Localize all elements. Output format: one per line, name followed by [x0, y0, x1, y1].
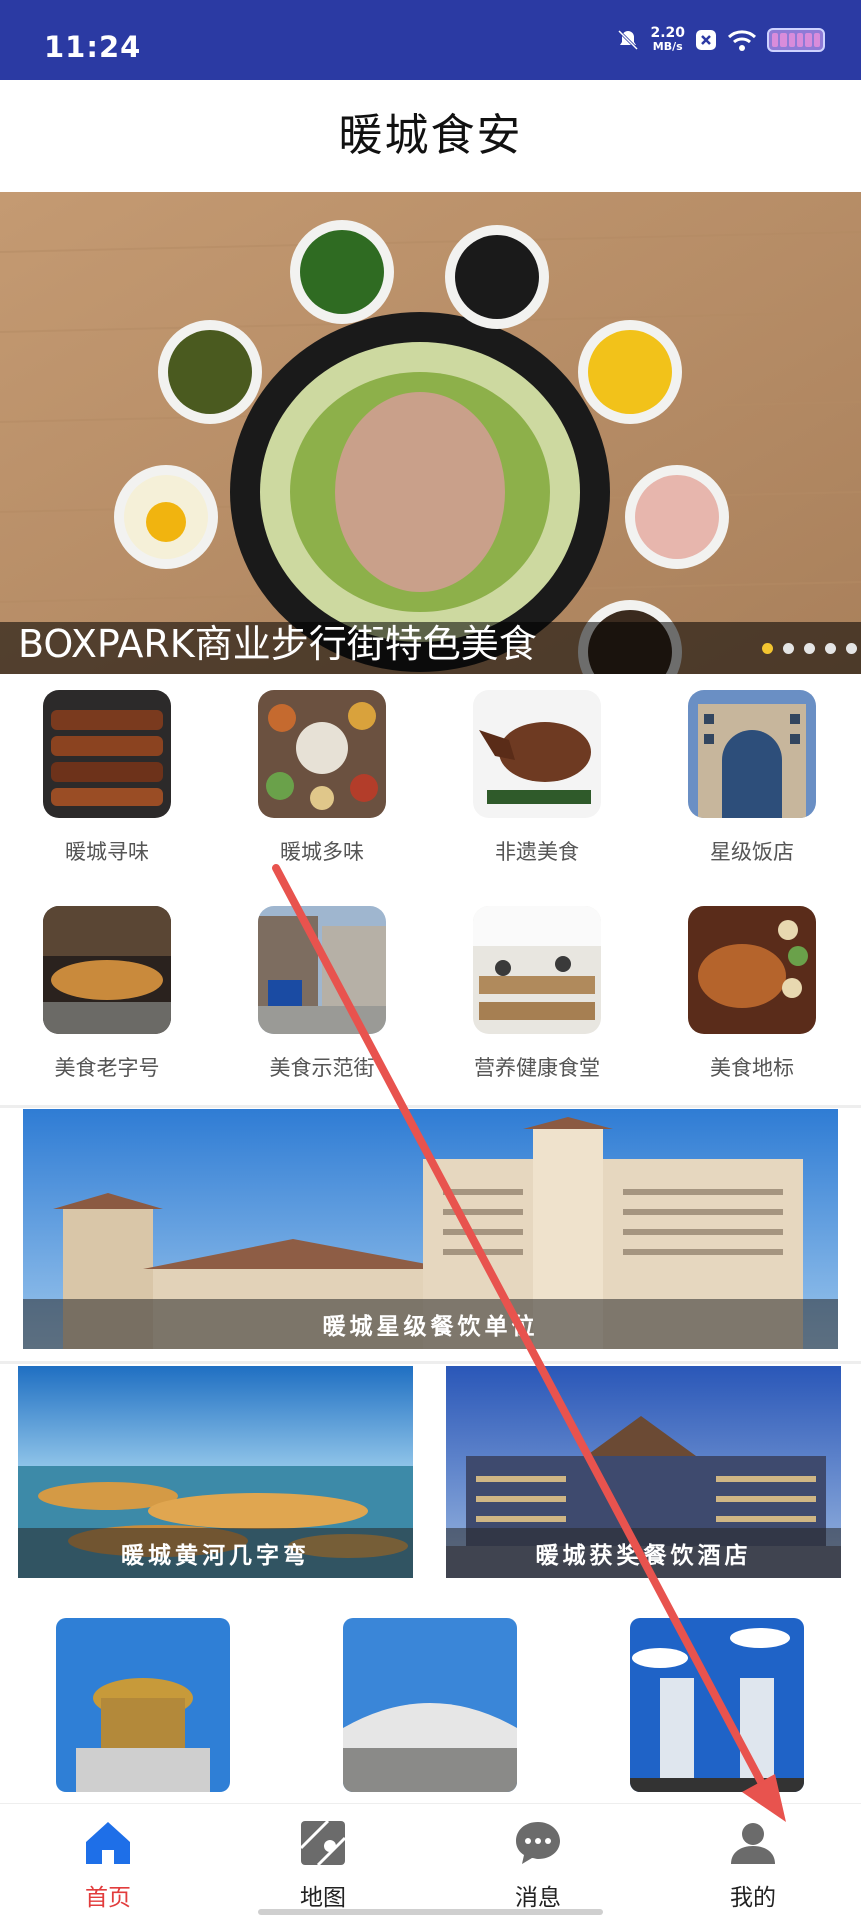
home-icon	[86, 1822, 130, 1864]
banner-carousel[interactable]: BOXPARK商业步行街特色美食	[0, 192, 861, 674]
category-thumbnail	[43, 690, 171, 818]
category-label: 暖城多味	[280, 840, 364, 864]
profile-icon	[731, 1823, 775, 1864]
category-thumbnail	[258, 690, 386, 818]
carousel-dot[interactable]	[762, 643, 773, 654]
category-label: 暖城寻味	[65, 840, 149, 864]
nav-label: 我的	[730, 1885, 776, 1911]
carousel-dot[interactable]	[804, 643, 815, 654]
nav-profile[interactable]: 我的	[693, 1818, 813, 1912]
category-label: 美食地标	[710, 1056, 794, 1080]
category-thumbnail	[473, 690, 601, 818]
page-title: 暖城食安	[338, 110, 523, 161]
category-item[interactable]: 营养健康食堂	[462, 906, 612, 1082]
nav-label: 首页	[85, 1885, 131, 1911]
category-item[interactable]: 暖城寻味	[32, 690, 182, 866]
category-label: 美食示范街	[269, 1056, 375, 1080]
carousel-dot[interactable]	[846, 643, 857, 654]
section-divider	[0, 1105, 861, 1108]
nav-label: 地图	[300, 1885, 346, 1911]
battery-icon	[767, 28, 825, 52]
landmark-image	[630, 1618, 804, 1792]
section-divider	[0, 1361, 861, 1364]
category-item[interactable]: 美食老字号	[32, 906, 182, 1082]
category-item[interactable]: 美食示范街	[247, 906, 397, 1082]
nav-map[interactable]: 地图	[263, 1818, 383, 1912]
network-speed: 2.20 MB/s	[650, 25, 685, 53]
wifi-icon	[727, 30, 757, 51]
category-thumbnail	[43, 906, 171, 1034]
category-item[interactable]: 星级饭店	[677, 690, 827, 866]
carousel-dot[interactable]	[825, 643, 836, 654]
landmark-card[interactable]	[56, 1618, 230, 1792]
award-hotel-card[interactable]: 暖城获奖餐饮酒店	[446, 1366, 841, 1578]
category-thumbnail	[258, 906, 386, 1034]
category-item[interactable]: 美食地标	[677, 906, 827, 1082]
card-title: 暖城黄河几字弯	[121, 1543, 310, 1569]
category-thumbnail	[473, 906, 601, 1034]
status-time: 11:24	[44, 30, 142, 64]
close-box-icon	[696, 30, 716, 50]
nav-home[interactable]: 首页	[48, 1818, 168, 1912]
category-thumbnail	[688, 690, 816, 818]
carousel-dot[interactable]	[783, 643, 794, 654]
banner-image	[0, 192, 861, 674]
bottom-navigation: 首页 地图 消息 我的	[0, 1803, 861, 1920]
landmark-card[interactable]	[343, 1618, 517, 1792]
category-label: 星级饭店	[710, 840, 794, 864]
yellow-river-card[interactable]: 暖城黄河几字弯	[18, 1366, 413, 1578]
status-icons: 2.20 MB/s	[616, 26, 825, 54]
category-label: 营养健康食堂	[474, 1056, 600, 1080]
card-title: 暖城星级餐饮单位	[322, 1314, 539, 1340]
category-label: 美食老字号	[54, 1056, 160, 1080]
message-icon	[516, 1822, 560, 1864]
landmark-card[interactable]	[630, 1618, 804, 1792]
carousel-indicator	[762, 643, 857, 654]
banner-caption: BOXPARK商业步行街特色美食	[18, 622, 537, 666]
category-label: 非遗美食	[495, 840, 579, 864]
star-catering-card[interactable]: 暖城星级餐饮单位	[23, 1109, 838, 1349]
category-thumbnail	[688, 906, 816, 1034]
category-item[interactable]: 非遗美食	[462, 690, 612, 866]
title-bar: 暖城食安	[0, 80, 861, 192]
nav-messages[interactable]: 消息	[478, 1818, 598, 1912]
card-title: 暖城获奖餐饮酒店	[535, 1543, 752, 1569]
map-icon	[299, 1819, 347, 1867]
bell-muted-icon	[618, 29, 639, 51]
nav-label: 消息	[515, 1885, 561, 1911]
category-item[interactable]: 暖城多味	[247, 690, 397, 866]
home-indicator	[258, 1909, 603, 1915]
landmark-image	[343, 1618, 517, 1792]
status-bar: 11:24 2.20 MB/s	[0, 0, 861, 80]
landmark-image	[56, 1618, 230, 1792]
